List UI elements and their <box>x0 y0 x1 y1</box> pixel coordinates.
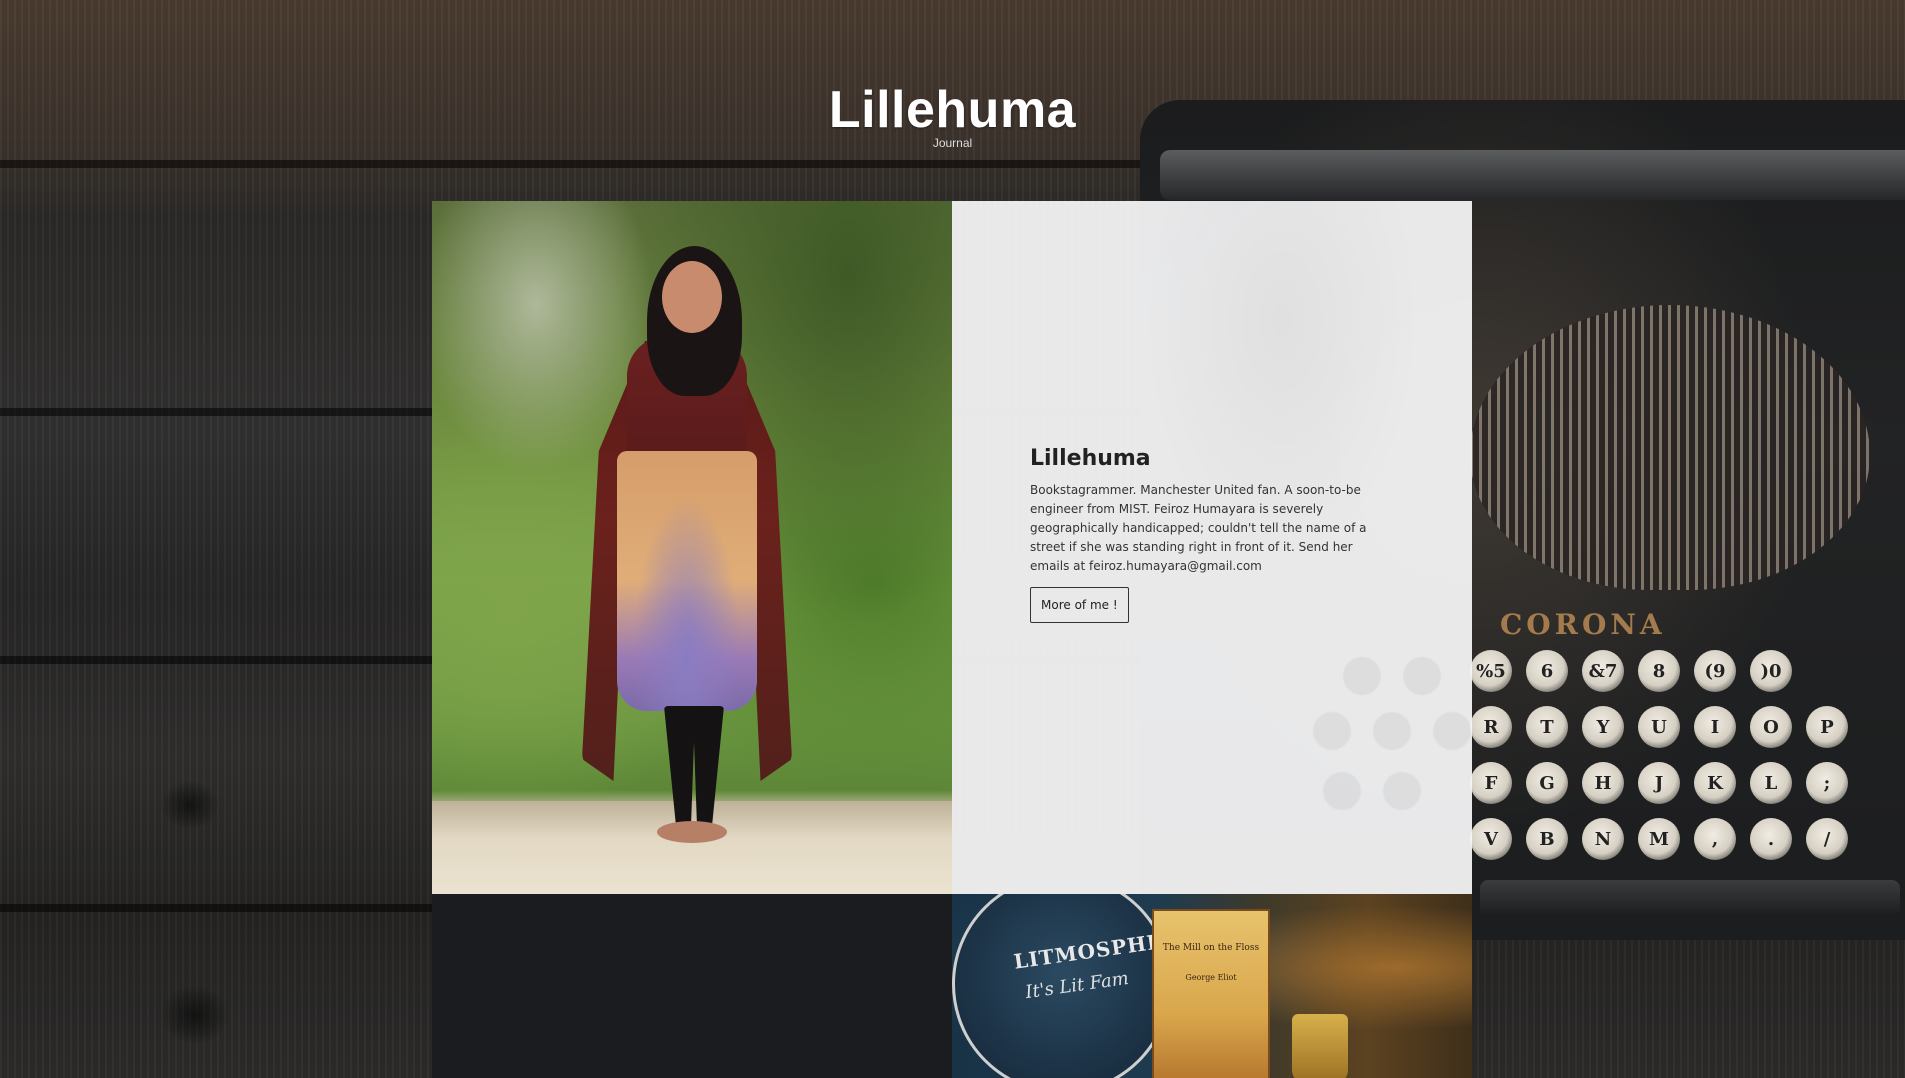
book-cover: The Mill on the Floss George Eliot <box>1152 909 1270 1078</box>
typewriter-key: U <box>1638 706 1680 748</box>
typewriter-key: G <box>1526 762 1568 804</box>
empty-tile <box>432 894 952 1078</box>
photo-dress <box>617 451 757 711</box>
key-row: V B N M,. / <box>1470 818 1905 860</box>
wood-knot <box>160 985 230 1045</box>
key-row: F G H J K L; <box>1470 762 1905 804</box>
typewriter-key: M <box>1638 818 1680 860</box>
typewriter-key: L <box>1750 762 1792 804</box>
typewriter-key: O <box>1750 706 1792 748</box>
typewriter-key: &7 <box>1582 650 1624 692</box>
typewriter-key: )0 <box>1750 650 1792 692</box>
book-title: The Mill on the Floss <box>1162 943 1260 953</box>
cup-image <box>1292 1014 1348 1078</box>
photo-path <box>432 801 952 894</box>
photo-face <box>662 261 722 333</box>
typewriter-key: ; <box>1806 762 1848 804</box>
typewriter-key: . <box>1750 818 1792 860</box>
typewriter-key: H <box>1582 762 1624 804</box>
typewriter-key: 6 <box>1526 650 1568 692</box>
post-thumbnail[interactable]: LITMOSPHERE It's Lit Fam The Mill on the… <box>952 894 1472 1078</box>
typewriter-spacebar <box>1480 880 1900 916</box>
typewriter-key: F <box>1470 762 1512 804</box>
litmosphere-badge: LITMOSPHERE It's Lit Fam <box>952 894 1198 1078</box>
book-author: George Eliot <box>1185 973 1237 982</box>
typewriter-key: / <box>1806 818 1848 860</box>
typewriter-key: (9 <box>1694 650 1736 692</box>
typewriter-keys: %5 6 &7 8 (9 )0 RTYUIOP F G H J K L; V B N M,. / <box>1470 650 1905 874</box>
typewriter-key: V <box>1470 818 1512 860</box>
typewriter-key: K <box>1694 762 1736 804</box>
profile-photo <box>432 201 952 894</box>
key-row: %5 6 &7 8 (9 )0 <box>1470 650 1905 692</box>
typewriter-key: %5 <box>1470 650 1512 692</box>
profile-name: Lillehuma <box>1030 446 1151 471</box>
photo-feet <box>657 821 727 843</box>
more-of-me-button[interactable]: More of me ! <box>1030 587 1129 623</box>
typewriter-key: 8 <box>1638 650 1680 692</box>
typewriter-key: , <box>1694 818 1736 860</box>
wood-knot <box>160 780 220 830</box>
badge-script: It's Lit Fam <box>1024 967 1130 1004</box>
site-title[interactable]: Lillehuma <box>0 80 1905 140</box>
typewriter-key: P <box>1806 706 1848 748</box>
typewriter-key: J <box>1638 762 1680 804</box>
typewriter-brand: CORONA <box>1500 608 1666 641</box>
typewriter-key: N <box>1582 818 1624 860</box>
typewriter-key: I <box>1694 706 1736 748</box>
typewriter-key: R <box>1470 706 1512 748</box>
typewriter-key: T <box>1526 706 1568 748</box>
key-row: RTYUIOP <box>1470 706 1905 748</box>
typewriter-key: B <box>1526 818 1568 860</box>
profile-bio: Bookstagrammer. Manchester United fan. A… <box>1030 483 1367 573</box>
typewriter-carriage <box>1160 150 1905 200</box>
typewriter-key: Y <box>1582 706 1624 748</box>
site-subtitle: Journal <box>932 136 973 150</box>
